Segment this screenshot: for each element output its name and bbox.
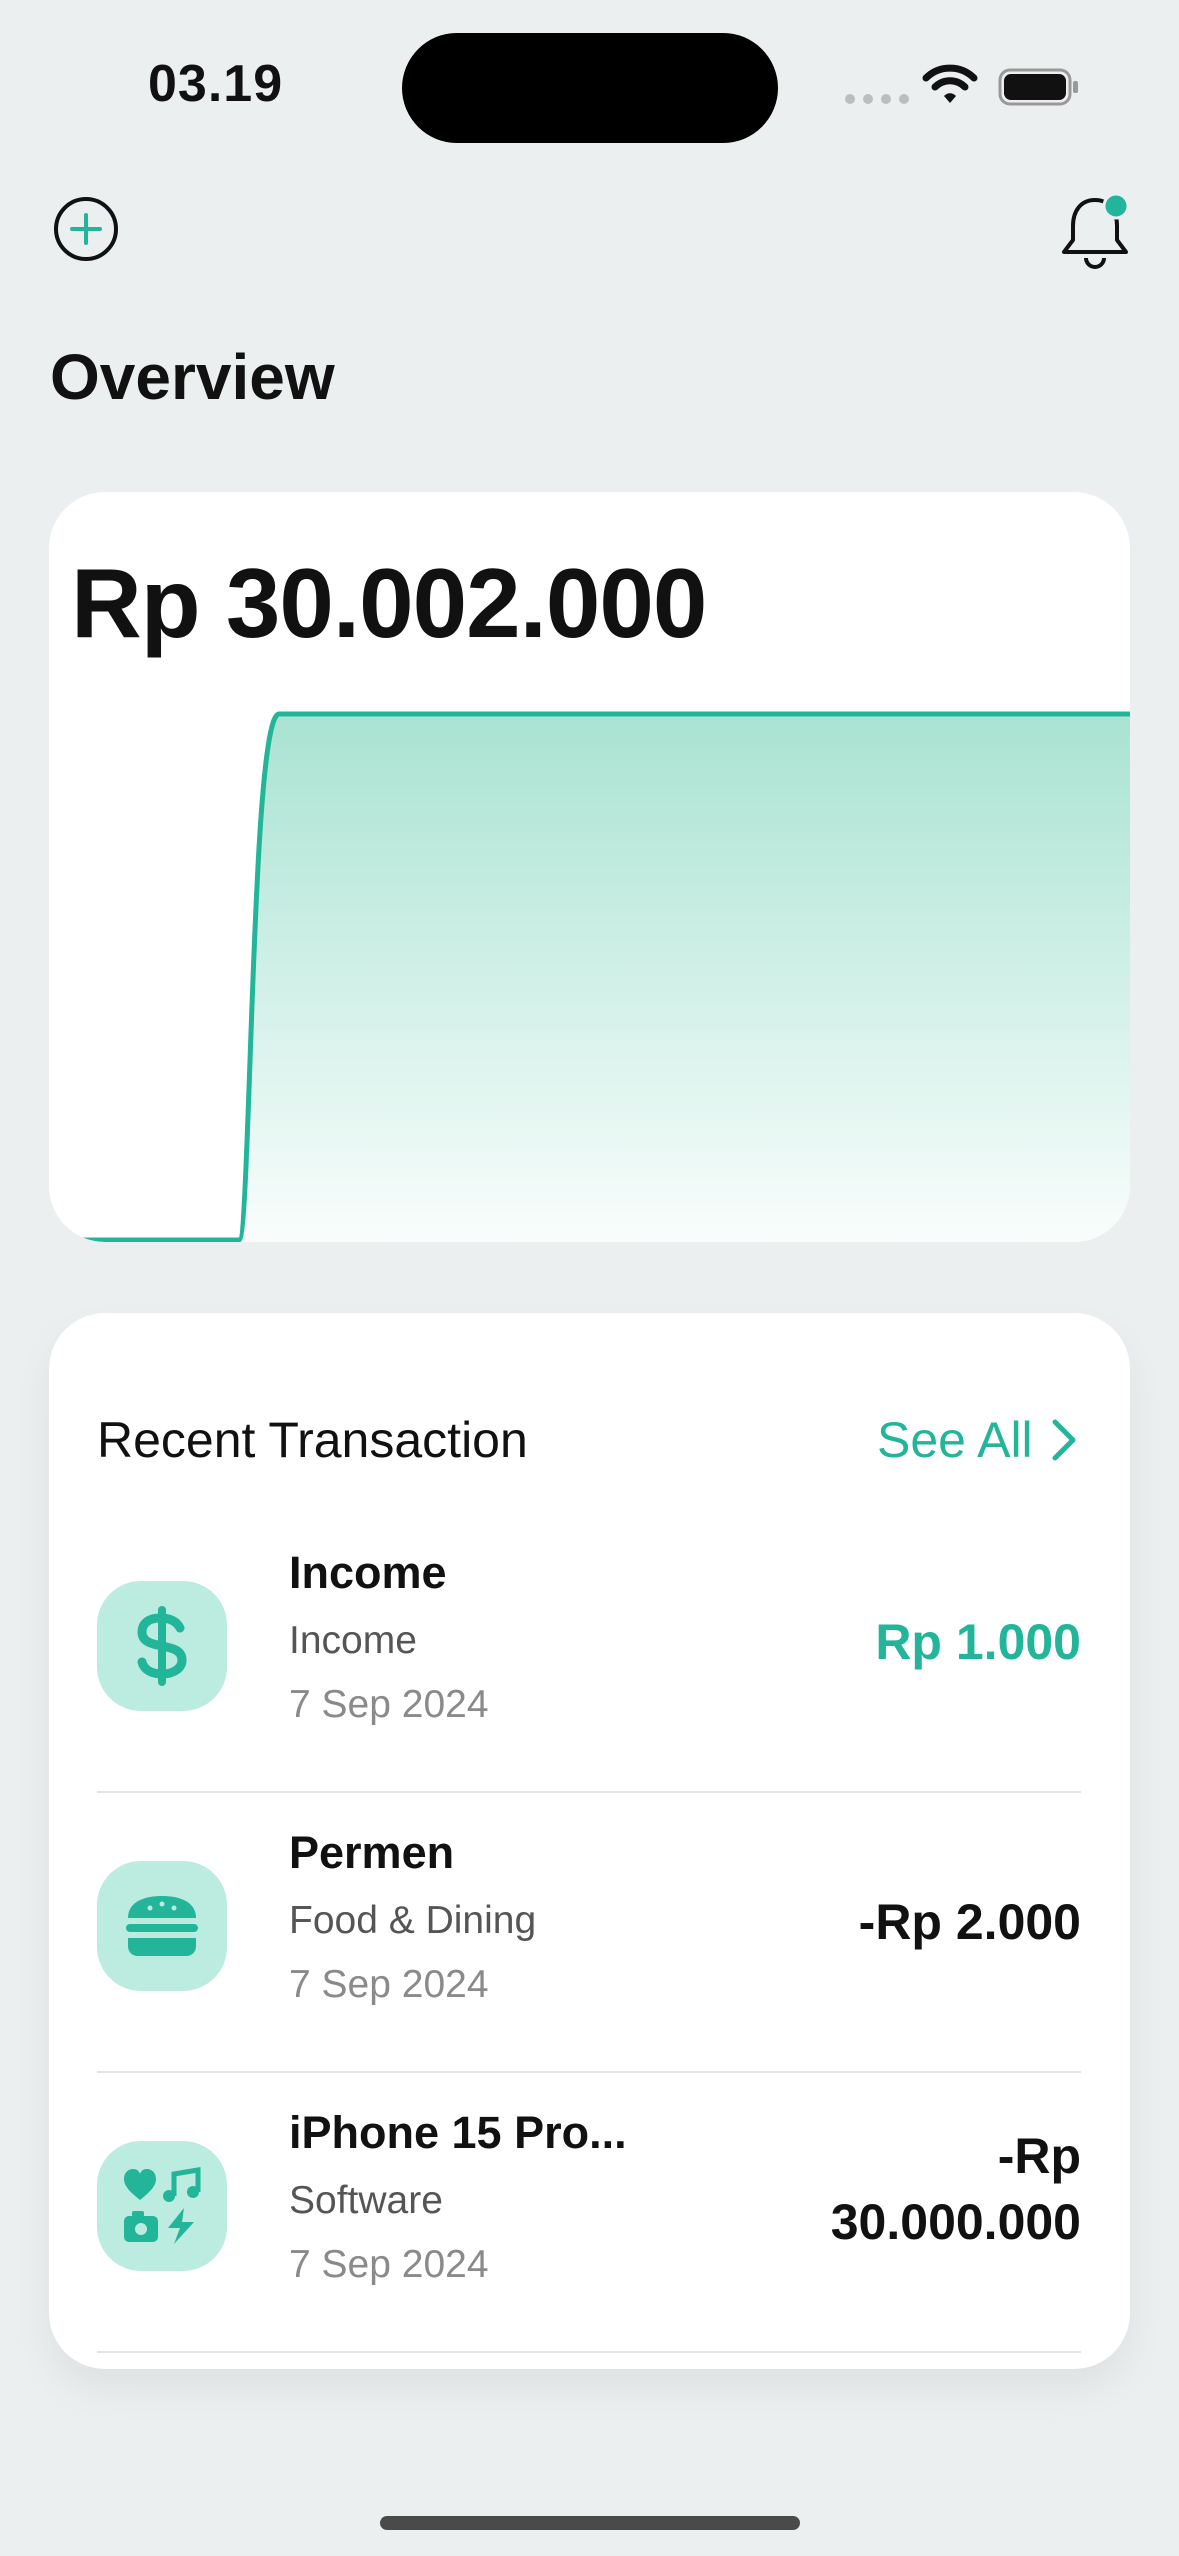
transaction-row[interactable]: iPhone 15 Pro... Software 7 Sep 2024 -Rp… xyxy=(97,2073,1081,2353)
dynamic-island xyxy=(402,33,778,143)
notification-badge xyxy=(1102,192,1130,220)
entertainment-icon xyxy=(97,2141,227,2271)
transaction-name: Permen xyxy=(289,1827,455,1878)
battery-icon xyxy=(998,68,1078,106)
transaction-row[interactable]: Permen Food & Dining 7 Sep 2024 -Rp 2.00… xyxy=(97,1793,1081,2073)
chevron-right-icon xyxy=(1052,1419,1076,1461)
transaction-date: 7 Sep 2024 xyxy=(289,2243,489,2286)
transaction-amount: Rp 1.000 xyxy=(875,1614,1081,1670)
cellular-signal-icon xyxy=(845,94,909,104)
recent-transactions-card: Recent Transaction See All Income Income… xyxy=(49,1313,1130,2369)
see-all-link[interactable]: See All xyxy=(877,1411,1077,1469)
transaction-category: Income xyxy=(289,1619,417,1662)
add-transaction-button[interactable] xyxy=(52,195,120,263)
section-title: Recent Transaction xyxy=(97,1412,528,1468)
transaction-row[interactable]: Income Income 7 Sep 2024 Rp 1.000 xyxy=(97,1513,1081,1793)
transaction-amount: -Rp 30.000.000 xyxy=(830,2128,1081,2250)
home-indicator[interactable] xyxy=(380,2516,800,2530)
transaction-name: Income xyxy=(289,1547,447,1598)
transaction-amount: -Rp 2.000 xyxy=(858,1894,1081,1950)
transaction-category: Food & Dining xyxy=(289,1899,537,1942)
transaction-date: 7 Sep 2024 xyxy=(289,1963,489,2006)
balance-card: Rp 30.002.000 xyxy=(49,492,1130,1242)
dollar-icon xyxy=(97,1581,227,1711)
balance-amount: Rp 30.002.000 xyxy=(71,548,707,658)
status-time: 03.19 xyxy=(148,55,284,113)
transaction-category: Software xyxy=(289,2179,443,2222)
notification-bell-button[interactable] xyxy=(1058,190,1132,270)
transaction-date: 7 Sep 2024 xyxy=(289,1683,489,1726)
chart-area xyxy=(49,714,1130,1242)
see-all-label: See All xyxy=(877,1412,1033,1468)
divider xyxy=(97,2351,1081,2353)
page-title: Overview xyxy=(50,341,335,413)
burger-icon xyxy=(97,1861,227,1991)
wifi-icon xyxy=(922,64,978,103)
transaction-name: iPhone 15 Pro... xyxy=(289,2107,627,2158)
